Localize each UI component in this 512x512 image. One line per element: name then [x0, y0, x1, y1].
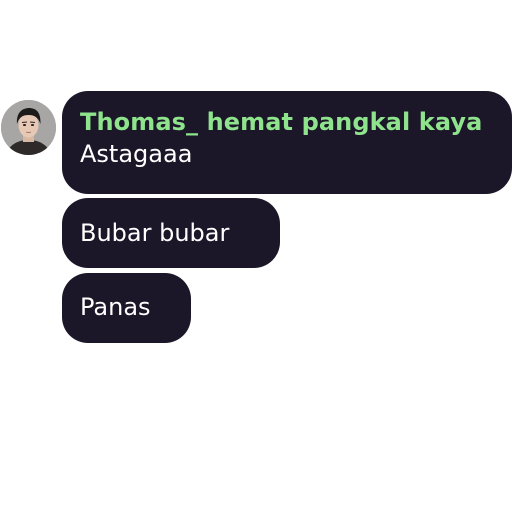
message-text: Panas [80, 293, 151, 321]
avatar-portrait-icon [1, 100, 56, 155]
sender-name[interactable]: Thomas_ hemat pangkal kaya [80, 107, 512, 137]
message-bubble[interactable]: Panas [62, 273, 191, 343]
message-text: Bubar bubar [80, 219, 230, 247]
message-text: Astagaaa [80, 140, 193, 168]
sender-avatar[interactable] [1, 100, 56, 155]
message-bubble[interactable]: Thomas_ hemat pangkal kaya Astagaaa [62, 91, 512, 194]
message-bubble[interactable]: Bubar bubar [62, 198, 280, 268]
